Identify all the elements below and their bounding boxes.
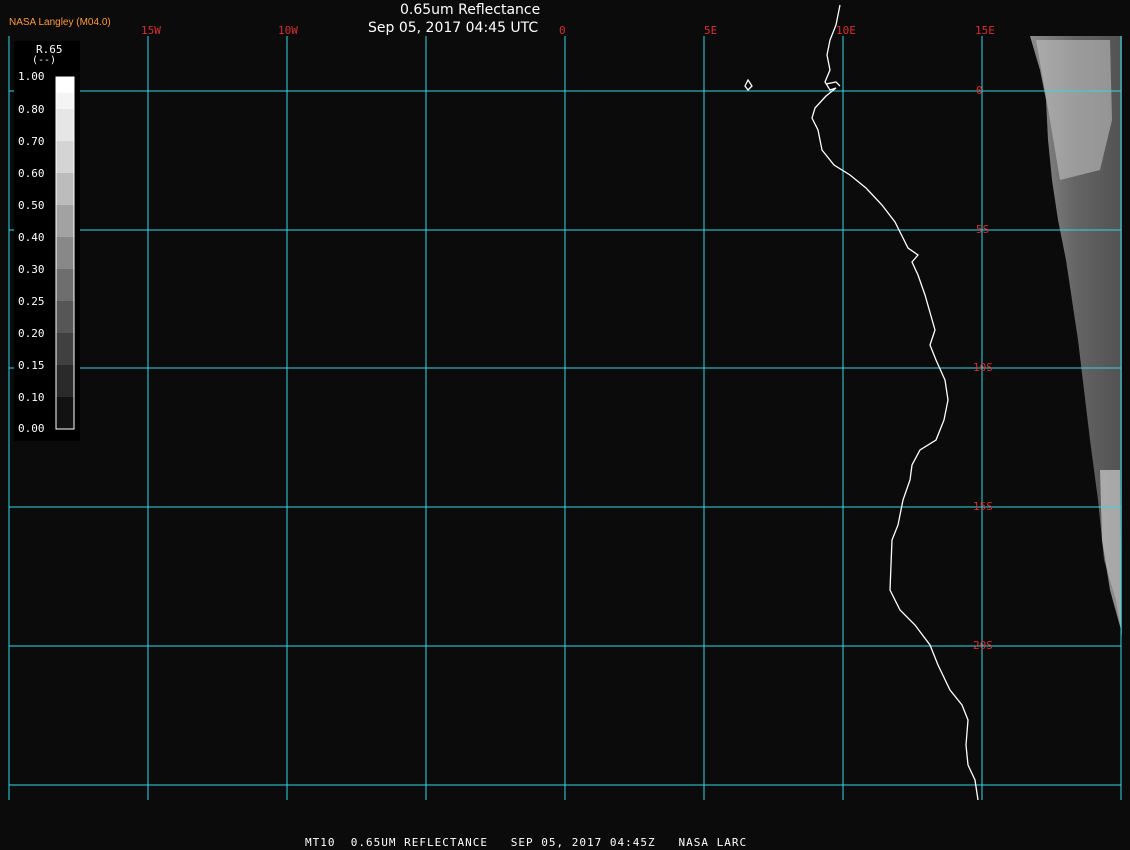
colorbar-swatch xyxy=(56,205,74,237)
colorbar-swatch xyxy=(56,237,74,269)
legend-tick: 0.40 xyxy=(18,231,45,244)
lat-label-10s: 10S xyxy=(973,361,993,374)
lon-label-10w: 10W xyxy=(278,24,298,37)
coastline-gabon-inlet xyxy=(825,81,841,87)
satellite-image-viewer: NASA Langley (M04.0) 0.65um Reflectance … xyxy=(0,0,1130,850)
colorbar-swatch xyxy=(56,141,74,173)
colorbar-swatch xyxy=(56,109,74,141)
legend-tick: 0.25 xyxy=(18,295,45,308)
lon-label-5e: 5E xyxy=(704,24,718,37)
lat-label-0: 0 xyxy=(976,84,983,97)
colorbar-swatch xyxy=(56,301,74,333)
legend-tick: 0.70 xyxy=(18,135,45,148)
colorbar-swatch xyxy=(56,333,74,365)
map-canvas xyxy=(8,4,1122,801)
lon-label-15e: 15E xyxy=(975,24,995,37)
legend-tick: 0.10 xyxy=(18,391,45,404)
colorbar-swatch xyxy=(56,397,74,429)
legend-tick: 0.80 xyxy=(18,103,45,116)
legend-tick: 0.60 xyxy=(18,167,45,180)
coastline-island-bioko xyxy=(744,78,753,91)
graticule xyxy=(8,36,1122,800)
colorbar-swatch xyxy=(56,269,74,301)
legend-tick: 0.15 xyxy=(18,359,45,372)
colorbar-swatch xyxy=(56,77,74,93)
coastline-africa-west xyxy=(811,4,979,801)
lat-label-20s: 20S xyxy=(973,639,993,652)
legend-tick: 0.50 xyxy=(18,199,45,212)
colorbar-swatch xyxy=(56,365,74,397)
legend-tick: 0.30 xyxy=(18,263,45,276)
colorbar-swatch xyxy=(56,173,74,205)
image-footer: MT10 0.65UM REFLECTANCE SEP 05, 2017 04:… xyxy=(305,836,748,849)
lon-label-0: 0 xyxy=(559,24,566,37)
colorbar-swatch xyxy=(56,93,74,109)
lat-label-15s: 15S xyxy=(973,500,993,513)
lat-label-5s: 5S xyxy=(976,223,990,236)
legend-tick: 0.20 xyxy=(18,327,45,340)
legend-tick: 0.00 xyxy=(18,422,45,435)
lon-label-10e: 10E xyxy=(836,24,856,37)
lon-label-15w: 15W xyxy=(141,24,161,37)
colorbar-legend: R.65 (--) 1.00 0.80 0.70 0.60 0.50 0.40 … xyxy=(14,41,80,441)
legend-tick: 1.00 xyxy=(18,70,45,83)
coastline xyxy=(744,4,979,801)
